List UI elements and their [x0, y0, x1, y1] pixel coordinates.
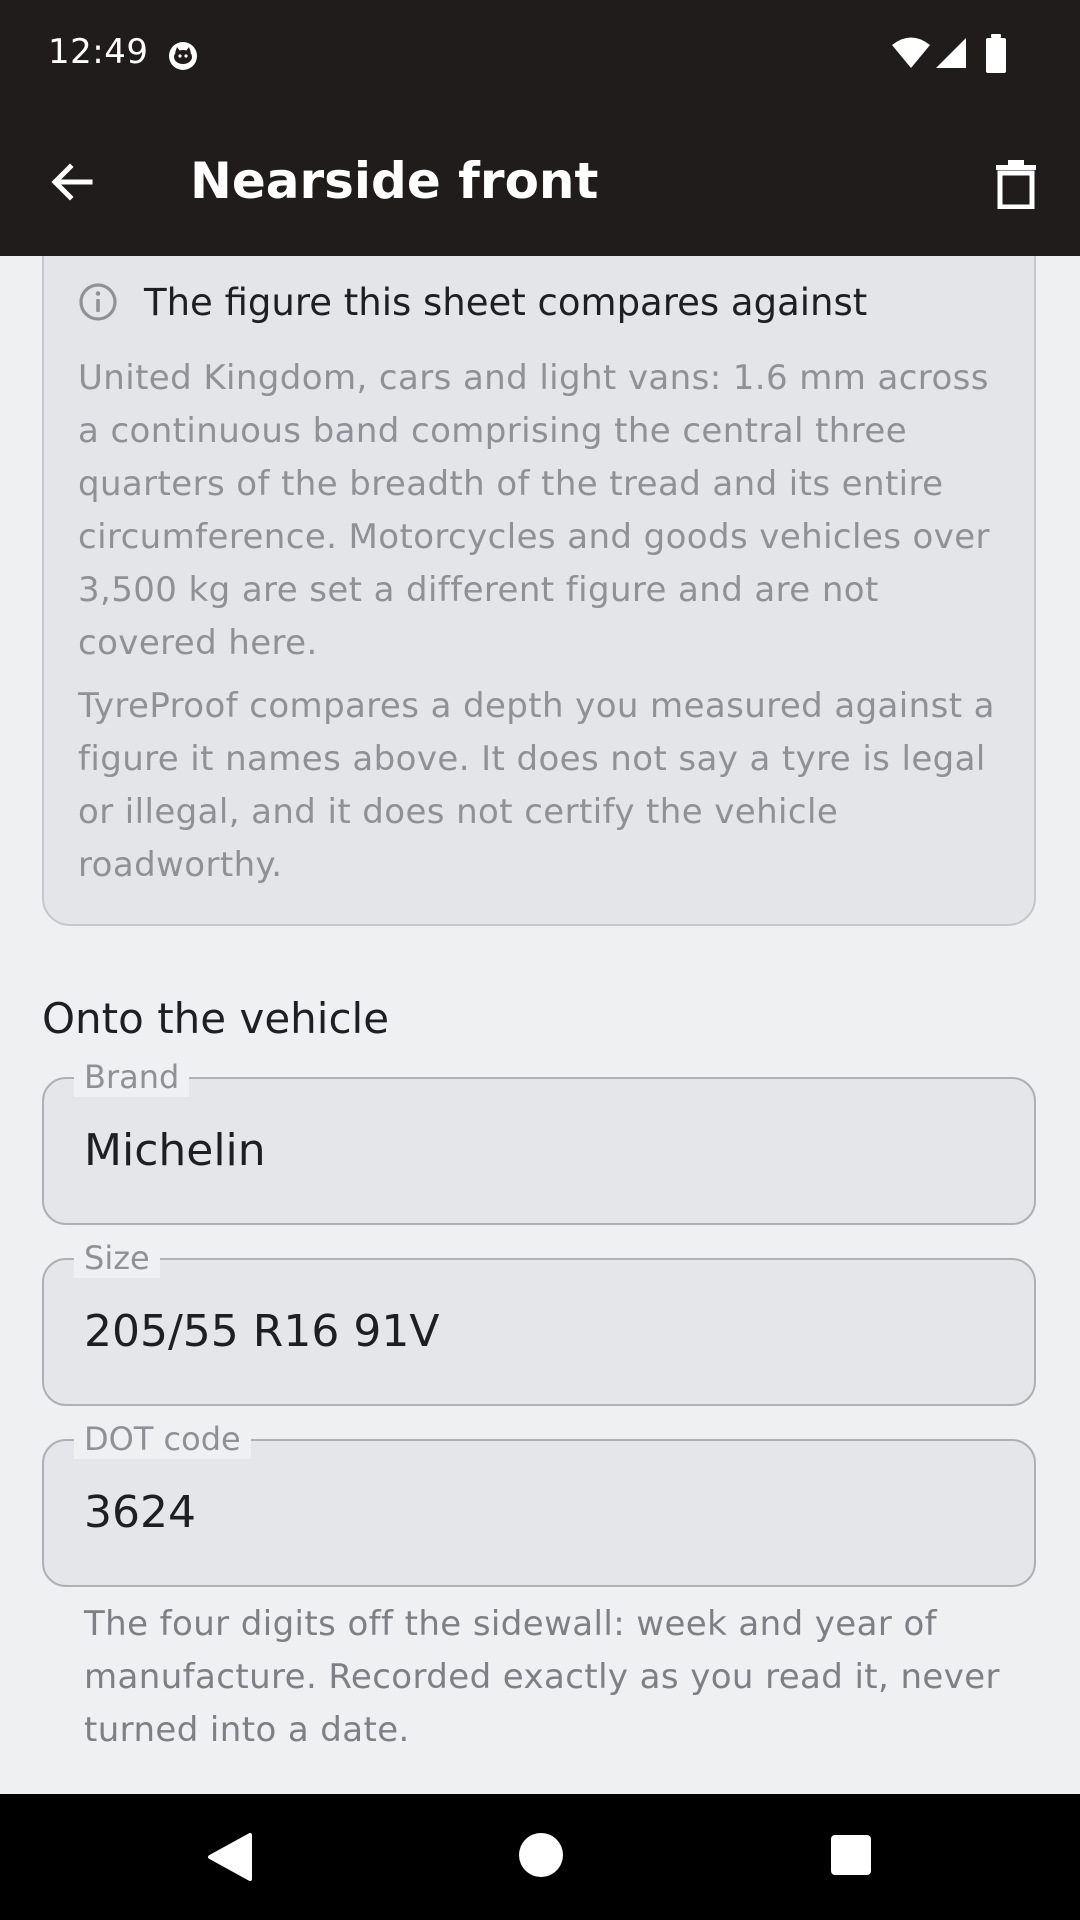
nav-back-icon[interactable]	[206, 1832, 252, 1882]
brand-field-label: Brand	[74, 1057, 190, 1097]
dot-code-field-value[interactable]: 3624	[84, 1485, 196, 1541]
dot-code-field-label: DOT code	[74, 1419, 251, 1459]
cat-notification-icon	[169, 42, 197, 70]
brand-field-value[interactable]: Michelin	[84, 1123, 266, 1179]
info-card-title: The figure this sheet compares against	[144, 280, 868, 324]
arrow-left-icon	[51, 163, 93, 201]
size-field-label: Size	[74, 1238, 160, 1278]
wifi-icon	[892, 37, 930, 68]
cell-signal-icon	[936, 38, 966, 68]
status-bar: 12:49	[0, 0, 1080, 108]
battery-icon	[986, 34, 1006, 73]
size-field[interactable]: Size 205/55 R16 91V	[42, 1238, 1036, 1406]
info-card-disclaimer: TyreProof compares a depth you measured …	[78, 686, 995, 885]
app-bar: Nearside front	[0, 108, 1080, 256]
dot-code-field[interactable]: DOT code 3624	[42, 1419, 1036, 1587]
size-field-value[interactable]: 205/55 R16 91V	[84, 1304, 439, 1360]
section-title: Onto the vehicle	[42, 994, 390, 1043]
status-time: 12:49	[48, 32, 149, 72]
nav-recents-icon[interactable]	[830, 1834, 872, 1876]
nav-home-icon[interactable]	[518, 1832, 564, 1878]
info-card: The figure this sheet compares against U…	[42, 220, 1036, 926]
back-button[interactable]	[30, 140, 114, 224]
info-icon	[79, 283, 117, 321]
info-card-paragraph: United Kingdom, cars and light vans: 1.6…	[78, 358, 990, 663]
brand-field[interactable]: Brand Michelin	[42, 1057, 1036, 1225]
dot-code-helper-text: The four digits off the sidewall: week a…	[84, 1604, 1000, 1750]
page-title: Nearside front	[190, 152, 599, 210]
trash-icon	[996, 160, 1036, 209]
info-card-header: The figure this sheet compares against	[78, 280, 867, 324]
delete-button[interactable]	[974, 142, 1058, 226]
navigation-bar	[0, 1794, 1080, 1920]
